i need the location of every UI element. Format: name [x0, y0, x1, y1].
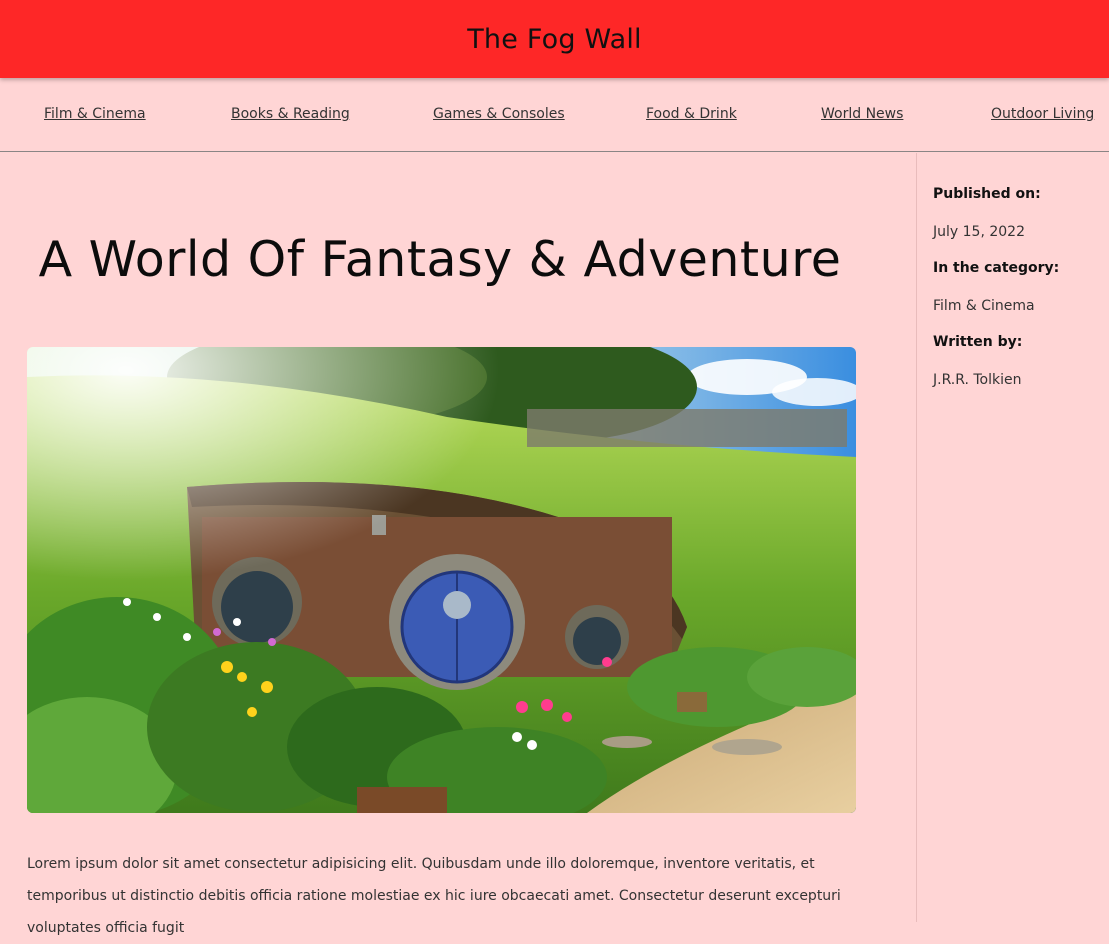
category-nav: Film & Cinema Books & Reading Games & Co…: [0, 78, 1109, 152]
published-label: Published on:: [933, 186, 1041, 202]
published-date: July 15, 2022: [933, 224, 1025, 240]
nav-link-games-consoles[interactable]: Games & Consoles: [433, 106, 565, 122]
nav-link-film-cinema[interactable]: Film & Cinema: [44, 106, 146, 122]
site-title[interactable]: The Fog Wall: [467, 24, 642, 55]
category-value: Film & Cinema: [933, 298, 1035, 314]
category-label: In the category:: [933, 260, 1060, 276]
nav-link-food-drink[interactable]: Food & Drink: [646, 106, 737, 122]
author-label: Written by:: [933, 334, 1023, 350]
nav-link-books-reading[interactable]: Books & Reading: [231, 106, 350, 122]
site-header: The Fog Wall: [0, 0, 1109, 78]
nav-link-outdoor-living[interactable]: Outdoor Living: [991, 106, 1094, 122]
article-main: A World Of Fantasy & Adventure Lorem ips…: [0, 153, 917, 936]
author-name: J.R.R. Tolkien: [933, 372, 1022, 388]
article-title: A World Of Fantasy & Adventure: [38, 231, 842, 288]
article-hero-image: [27, 347, 856, 813]
article-body: Lorem ipsum dolor sit amet consectetur a…: [27, 856, 841, 936]
nav-link-world-news[interactable]: World News: [821, 106, 903, 122]
